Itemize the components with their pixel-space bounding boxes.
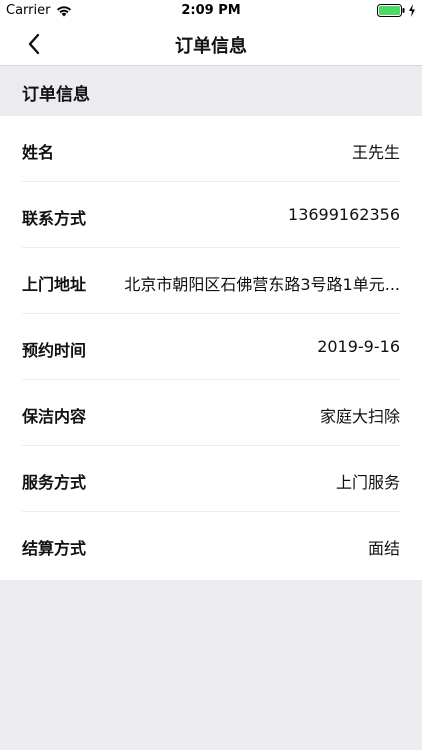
row-label: 服务方式 <box>22 473 87 492</box>
row-name: 姓名 王先生 <box>0 116 422 182</box>
row-label: 保洁内容 <box>22 407 87 426</box>
status-right <box>377 4 416 17</box>
row-settlement-method: 结算方式 面结 <box>0 512 422 578</box>
row-contact: 联系方式 13699162356 <box>0 182 422 248</box>
status-time: 2:09 PM <box>181 3 241 18</box>
nav-bar: 订单信息 <box>0 22 422 66</box>
row-value: 上门服务 <box>335 473 400 492</box>
page-title: 订单信息 <box>175 36 247 57</box>
status-bar: Carrier 2:09 PM <box>0 0 422 22</box>
row-label: 姓名 <box>22 143 55 162</box>
row-appointment-time: 预约时间 2019-9-16 <box>0 314 422 380</box>
row-label: 联系方式 <box>22 209 87 228</box>
row-service-method: 服务方式 上门服务 <box>0 446 422 512</box>
charging-icon <box>409 4 415 17</box>
row-label: 上门地址 <box>22 275 87 294</box>
battery-icon <box>377 4 405 17</box>
order-info-card: 姓名 王先生 联系方式 13699162356 上门地址 北京市朝阳区石佛营东路… <box>0 116 422 580</box>
row-value: 13699162356 <box>288 205 400 224</box>
row-label: 预约时间 <box>22 341 87 360</box>
row-value: 王先生 <box>351 143 400 162</box>
row-value: 面结 <box>367 539 400 558</box>
row-cleaning-content: 保洁内容 家庭大扫除 <box>0 380 422 446</box>
row-value: 2019-9-16 <box>317 337 400 356</box>
row-label: 结算方式 <box>22 539 87 558</box>
section-header: 订单信息 <box>0 66 422 116</box>
row-value: 家庭大扫除 <box>319 407 400 426</box>
row-address: 上门地址 北京市朝阳区石佛营东路3号路1单元... <box>0 248 422 314</box>
row-value: 北京市朝阳区石佛营东路3号路1单元... <box>124 275 400 294</box>
section-title: 订单信息 <box>22 85 90 105</box>
